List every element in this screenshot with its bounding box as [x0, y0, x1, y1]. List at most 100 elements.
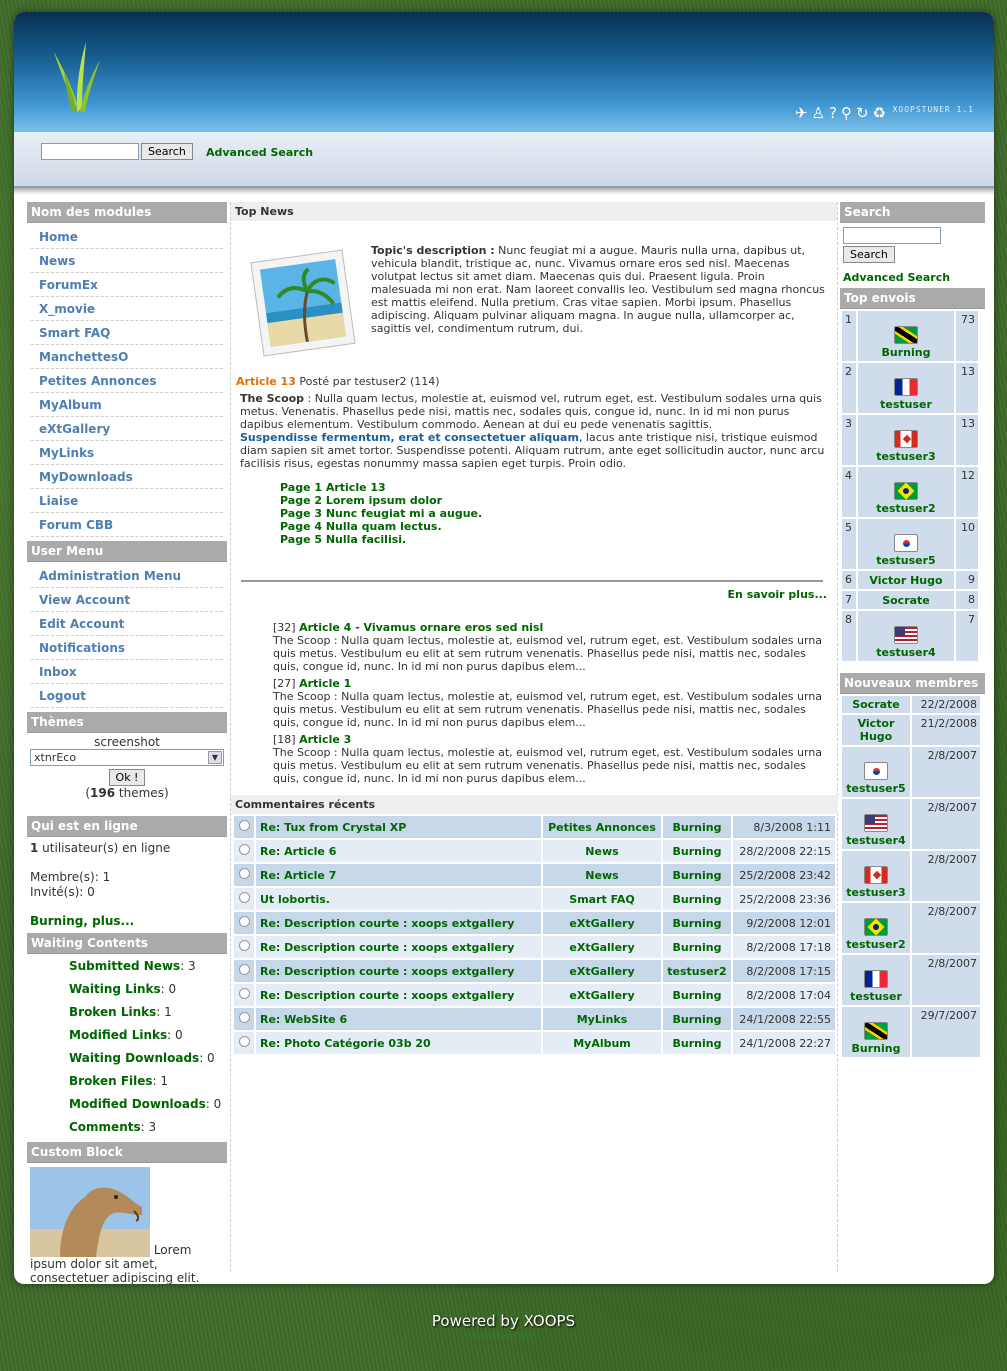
- comment-user-link[interactable]: Burning: [663, 1008, 731, 1030]
- menu-item-news[interactable]: News: [31, 249, 223, 273]
- walk-icon[interactable]: ⚲: [841, 104, 856, 122]
- radio-icon[interactable]: [238, 844, 250, 855]
- comment-user-link[interactable]: Burning: [663, 984, 731, 1006]
- member-user-link[interactable]: Victor Hugo: [858, 717, 895, 743]
- right-advanced-search-link[interactable]: Advanced Search: [840, 267, 985, 288]
- comment-module-link[interactable]: News: [543, 840, 661, 862]
- poster-user-link[interactable]: Burning: [882, 346, 931, 359]
- top-advanced-search-link[interactable]: Advanced Search: [206, 146, 313, 159]
- poster-user-link[interactable]: testuser2: [876, 502, 935, 515]
- comment-module-link[interactable]: MyAlbum: [543, 1032, 661, 1054]
- poster-user-link[interactable]: testuser4: [876, 646, 935, 659]
- powered-by[interactable]: Powered by XOOPS: [0, 1312, 1007, 1330]
- comment-user-link[interactable]: Burning: [663, 912, 731, 934]
- radio-icon[interactable]: [238, 916, 250, 927]
- radio-icon[interactable]: [238, 868, 250, 879]
- member-user-link[interactable]: testuser4: [846, 834, 905, 847]
- comment-module-link[interactable]: MyLinks: [543, 1008, 661, 1030]
- other-article-link[interactable]: Article 3: [299, 733, 351, 746]
- article-title-link[interactable]: Article 13: [236, 375, 296, 388]
- menu-item-home[interactable]: Home: [31, 225, 223, 249]
- menu-item-extgallery[interactable]: eXtGallery: [31, 417, 223, 441]
- grass-logo-icon[interactable]: [52, 42, 102, 114]
- person-icon[interactable]: ♙: [812, 104, 829, 122]
- menu-item-view-account[interactable]: View Account: [31, 588, 223, 612]
- menu-item-administration[interactable]: Administration Menu: [31, 564, 223, 588]
- radio-icon[interactable]: [238, 892, 250, 903]
- page-link[interactable]: Page 4 Nulla quam lectus.: [280, 520, 482, 533]
- comment-title-link[interactable]: Re: Article 7: [256, 864, 541, 886]
- member-user-link[interactable]: testuser2: [846, 938, 905, 951]
- comment-module-link[interactable]: News: [543, 864, 661, 886]
- menu-item-liaise[interactable]: Liaise: [31, 489, 223, 513]
- comment-module-link[interactable]: Petites Annonces: [543, 816, 661, 838]
- page-link[interactable]: Page 5 Nulla facilisi.: [280, 533, 482, 546]
- comment-user-link[interactable]: Burning: [663, 936, 731, 958]
- scoop-link[interactable]: Suspendisse fermentum, erat et consectet…: [240, 431, 579, 444]
- waiting-link[interactable]: Modified Downloads: [69, 1097, 206, 1111]
- comment-title-link[interactable]: Re: Photo Catégorie 03b 20: [256, 1032, 541, 1054]
- comment-user-link[interactable]: Burning: [663, 816, 731, 838]
- menu-item-mydownloads[interactable]: MyDownloads: [31, 465, 223, 489]
- radio-icon[interactable]: [238, 964, 250, 975]
- comment-title-link[interactable]: Re: Description courte : xoops extgaller…: [256, 936, 541, 958]
- top-search-button[interactable]: Search: [141, 143, 193, 160]
- comment-title-link[interactable]: Re: Description courte : xoops extgaller…: [256, 912, 541, 934]
- comment-user-link[interactable]: Burning: [663, 1032, 731, 1054]
- menu-item-forum-cbb[interactable]: Forum CBB: [31, 513, 223, 537]
- comment-title-link[interactable]: Re: Tux from Crystal XP: [256, 816, 541, 838]
- poster-user-link[interactable]: testuser5: [876, 554, 935, 567]
- member-user-link[interactable]: Burning: [852, 1042, 901, 1055]
- other-article-link[interactable]: Article 4 - Vivamus ornare eros sed nisl: [299, 621, 543, 634]
- recycle-icon[interactable]: ♻: [873, 104, 890, 122]
- comment-title-link[interactable]: Ut lobortis.: [256, 888, 541, 910]
- right-search-button[interactable]: Search: [843, 246, 895, 263]
- right-search-input[interactable]: [843, 227, 941, 244]
- online-user-link[interactable]: Burning: [30, 914, 83, 928]
- refresh-icon[interactable]: ↻: [856, 104, 873, 122]
- radio-icon[interactable]: [238, 988, 250, 999]
- menu-item-inbox[interactable]: Inbox: [31, 660, 223, 684]
- menu-item-myalbum[interactable]: MyAlbum: [31, 393, 223, 417]
- menu-item-notifications[interactable]: Notifications: [31, 636, 223, 660]
- themes-ok-button[interactable]: Ok !: [108, 769, 146, 786]
- comment-user-link[interactable]: Burning: [663, 864, 731, 886]
- menu-item-x-movie[interactable]: X_movie: [31, 297, 223, 321]
- poster-user-link[interactable]: testuser: [880, 398, 932, 411]
- page-link[interactable]: Page 2 Lorem ipsum dolor: [280, 494, 482, 507]
- menu-item-edit-account[interactable]: Edit Account: [31, 612, 223, 636]
- radio-icon[interactable]: [238, 940, 250, 951]
- online-more-link[interactable]: , plus...: [83, 914, 134, 928]
- waiting-link[interactable]: Modified Links: [69, 1028, 167, 1042]
- read-more-link[interactable]: En savoir plus...: [728, 588, 827, 601]
- comment-user-link[interactable]: testuser2: [663, 960, 731, 982]
- radio-icon[interactable]: [238, 1012, 250, 1023]
- waiting-link[interactable]: Waiting Links: [69, 982, 161, 996]
- waiting-link[interactable]: Broken Links: [69, 1005, 156, 1019]
- plane-icon[interactable]: ✈: [795, 104, 812, 122]
- themes-select[interactable]: xtnrEco ▼: [30, 749, 224, 766]
- radio-icon[interactable]: [238, 820, 250, 831]
- top-search-input[interactable]: [41, 143, 139, 160]
- member-user-link[interactable]: Socrate: [852, 698, 900, 711]
- waiting-link[interactable]: Broken Files: [69, 1074, 153, 1088]
- comment-title-link[interactable]: Re: Article 6: [256, 840, 541, 862]
- poster-user-link[interactable]: Socrate: [882, 594, 930, 607]
- page-link[interactable]: Page 3 Nunc feugiat mi a augue.: [280, 507, 482, 520]
- member-user-link[interactable]: testuser: [850, 990, 902, 1003]
- comment-module-link[interactable]: eXtGallery: [543, 912, 661, 934]
- poster-user-link[interactable]: Victor Hugo: [869, 574, 942, 587]
- comment-module-link[interactable]: eXtGallery: [543, 936, 661, 958]
- comment-module-link[interactable]: eXtGallery: [543, 984, 661, 1006]
- comment-module-link[interactable]: eXtGallery: [543, 960, 661, 982]
- menu-item-logout[interactable]: Logout: [31, 684, 223, 708]
- menu-item-smart-faq[interactable]: Smart FAQ: [31, 321, 223, 345]
- menu-item-manchettes[interactable]: ManchettesO: [31, 345, 223, 369]
- comment-title-link[interactable]: Re: Description courte : xoops extgaller…: [256, 960, 541, 982]
- other-article-link[interactable]: Article 1: [299, 677, 351, 690]
- footer-sublink[interactable]: XoopsTuner.com: [0, 1331, 1007, 1340]
- topic-photo-stamp[interactable]: [247, 244, 359, 362]
- page-link[interactable]: Page 1 Article 13: [280, 481, 482, 494]
- waiting-link[interactable]: Comments: [69, 1120, 141, 1134]
- menu-item-forumex[interactable]: ForumEx: [31, 273, 223, 297]
